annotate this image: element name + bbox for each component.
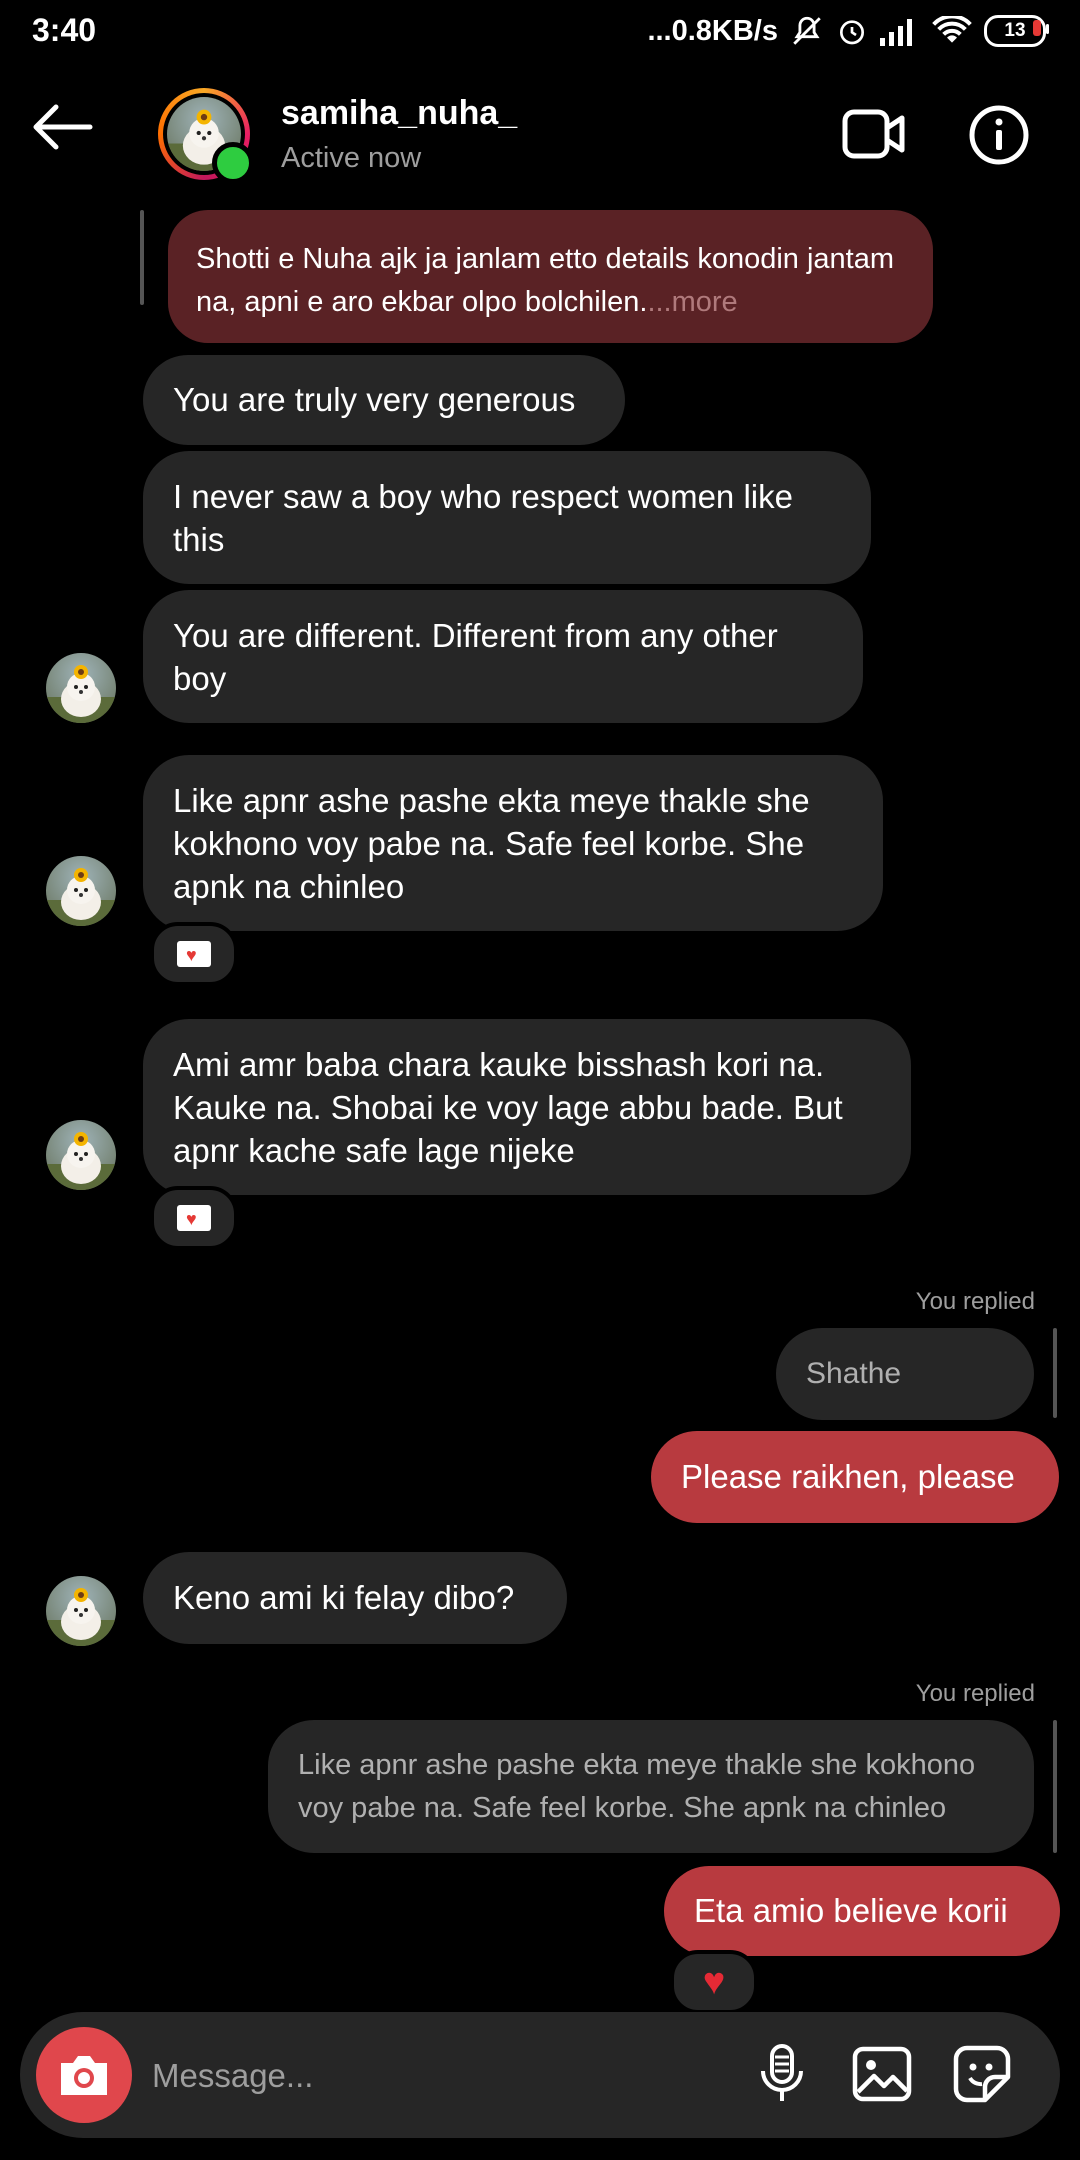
outgoing-message[interactable]: Please raikhen, please xyxy=(651,1431,1059,1523)
incoming-message[interactable]: Like apnr ashe pashe ekta meye thakle sh… xyxy=(143,755,883,931)
back-button[interactable] xyxy=(30,102,110,172)
sender-avatar[interactable] xyxy=(46,1120,116,1190)
replied-quote[interactable]: Like apnr ashe pashe ekta meye thakle sh… xyxy=(268,1720,1034,1853)
network-speed: ...0.8KB/s xyxy=(647,14,778,47)
voice-message-button[interactable] xyxy=(744,2036,820,2112)
gallery-button[interactable] xyxy=(844,2036,920,2112)
quote-bar xyxy=(1053,1328,1057,1418)
reaction-badge[interactable]: ♥ xyxy=(150,1186,238,1250)
mute-icon xyxy=(793,16,821,45)
video-camera-icon xyxy=(842,109,905,159)
alarm-icon xyxy=(840,20,864,45)
arrow-left-icon xyxy=(33,104,93,150)
sticker-button[interactable] xyxy=(944,2036,1020,2112)
message-input[interactable] xyxy=(150,2040,714,2112)
image-icon xyxy=(852,2046,912,2102)
quoted-message[interactable]: Shotti e Nuha ajk ja janlam etto details… xyxy=(168,210,933,343)
heart-icon: ♥ xyxy=(702,1960,726,2003)
outgoing-message[interactable]: Eta amio believe korii xyxy=(664,1866,1060,1956)
info-icon xyxy=(969,105,1029,165)
camera-button[interactable] xyxy=(36,2027,132,2123)
wifi-icon xyxy=(932,16,972,43)
incoming-message[interactable]: Keno ami ki felay dibo? xyxy=(143,1552,567,1644)
battery-level: 13 xyxy=(1004,20,1026,41)
replied-label: You replied xyxy=(915,1288,1035,1315)
quoted-text: Shotti e Nuha ajk ja janlam etto details… xyxy=(196,243,895,318)
incoming-message[interactable]: You are truly very generous xyxy=(143,355,625,445)
battery-icon: 13 xyxy=(984,15,1049,47)
sender-avatar[interactable] xyxy=(46,856,116,926)
reaction-badge[interactable]: ♥ xyxy=(150,922,238,986)
quote-bar xyxy=(1053,1720,1057,1853)
active-status: Active now xyxy=(281,142,422,174)
incoming-message[interactable]: I never saw a boy who respect women like… xyxy=(143,451,871,584)
sender-avatar[interactable] xyxy=(46,653,116,723)
heart-reaction[interactable]: ♥ xyxy=(670,1950,758,2014)
camera-icon xyxy=(61,2056,107,2095)
quoted-more[interactable]: ...more xyxy=(647,286,737,318)
love-letter-icon: ♥ xyxy=(177,1205,211,1231)
video-call-button[interactable] xyxy=(842,108,922,168)
incoming-message[interactable]: Ami amr baba chara kauke bisshash kori n… xyxy=(143,1019,911,1195)
status-time: 3:40 xyxy=(32,12,97,48)
signal-icon xyxy=(880,19,912,46)
status-icons: ...0.8KB/s 13 xyxy=(647,14,1049,48)
sender-avatar[interactable] xyxy=(46,1576,116,1646)
online-indicator xyxy=(212,142,254,184)
microphone-icon xyxy=(761,2044,803,2101)
incoming-message[interactable]: You are different. Different from any ot… xyxy=(143,590,863,723)
replied-quote[interactable]: Shathe thaiken xyxy=(776,1328,1034,1482)
love-letter-icon: ♥ xyxy=(177,941,211,967)
quote-bar xyxy=(140,210,144,305)
chat-username[interactable]: samiha_nuha_ xyxy=(281,94,517,133)
replied-label: You replied xyxy=(915,1680,1035,1707)
sticker-icon xyxy=(953,2045,1011,2103)
info-button[interactable] xyxy=(968,104,1032,168)
